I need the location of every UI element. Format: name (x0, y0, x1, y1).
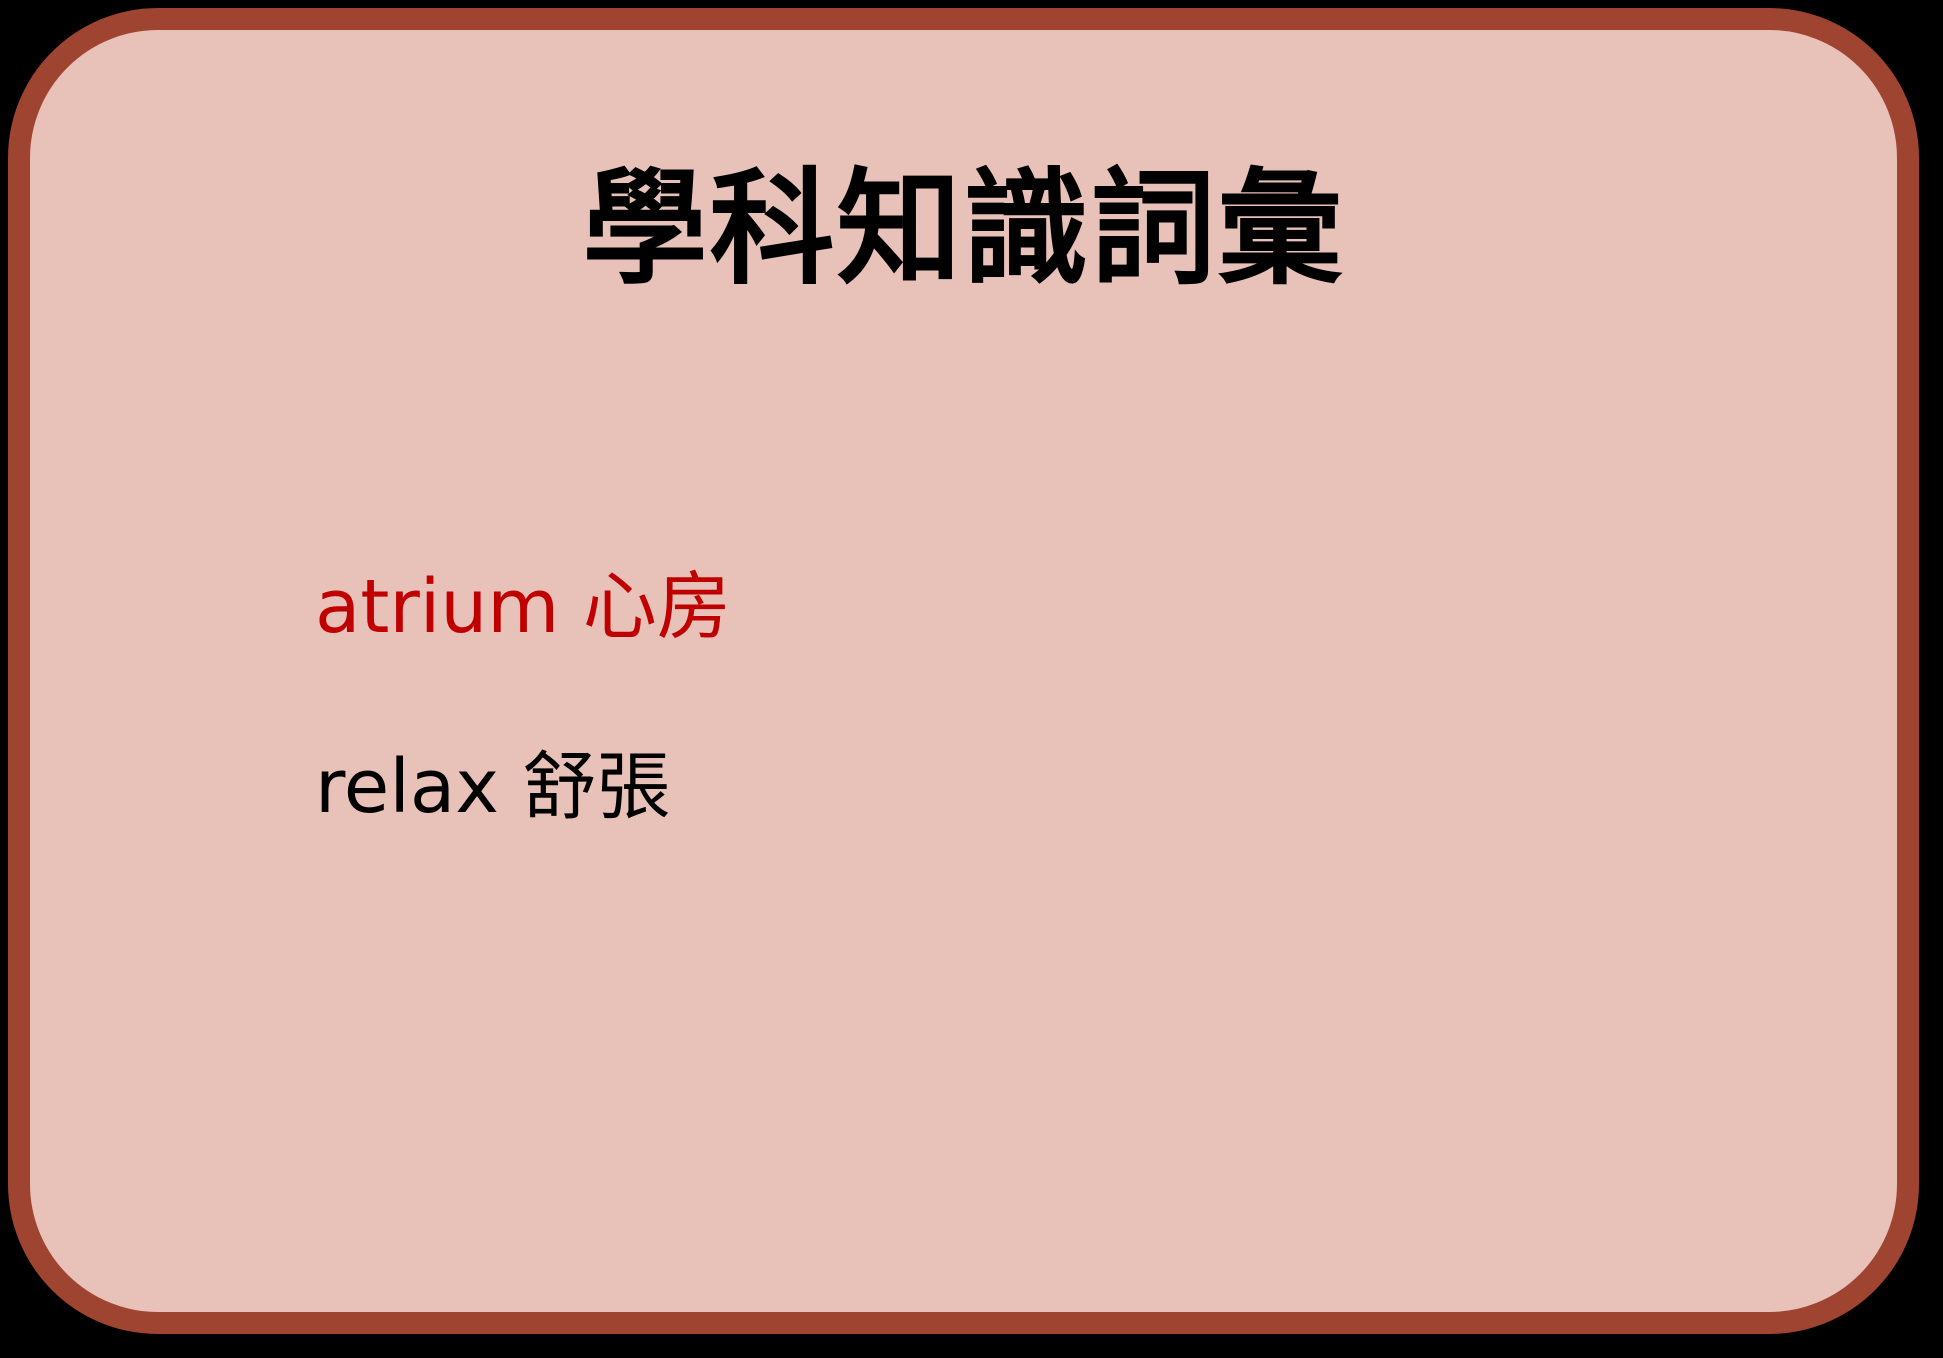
vocabulary-term: atrium (315, 564, 560, 650)
vocabulary-term: relax (315, 744, 500, 830)
vocabulary-item-atrium: atrium 心房 (315, 517, 731, 697)
vocabulary-item-relax: relax 舒張 (315, 697, 731, 877)
vocabulary-list: atrium 心房 relax 舒張 (315, 517, 731, 877)
card-title: 學科知識詞彙 (582, 157, 1345, 302)
vocabulary-card: 學科知識詞彙 atrium 心房 relax 舒張 (8, 8, 1919, 1334)
vocabulary-translation: 心房 (582, 564, 731, 650)
vocabulary-translation: 舒張 (522, 744, 671, 830)
